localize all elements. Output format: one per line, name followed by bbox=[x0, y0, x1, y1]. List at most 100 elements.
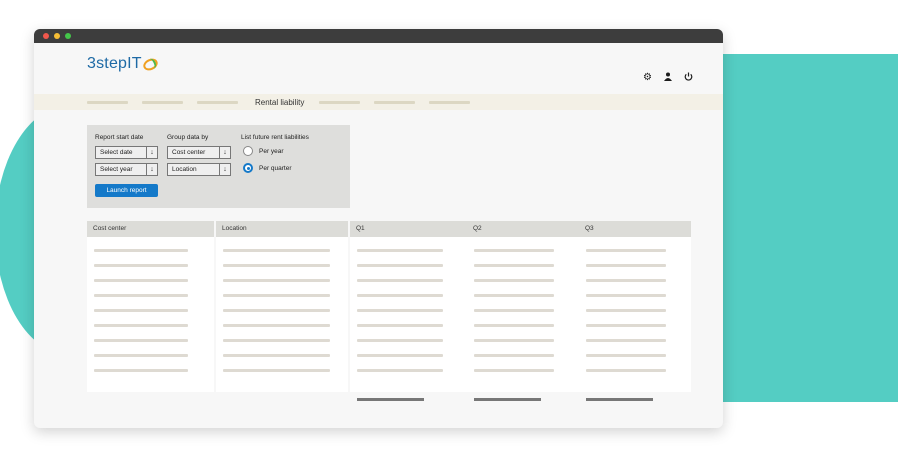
total-q1 bbox=[357, 398, 424, 401]
per-quarter-radio[interactable] bbox=[243, 163, 253, 173]
user-icon[interactable] bbox=[664, 72, 672, 84]
table-cell bbox=[474, 249, 554, 252]
chevron-down-icon: ↓ bbox=[219, 147, 230, 158]
table-cell bbox=[223, 249, 330, 252]
table-cell bbox=[586, 264, 666, 267]
gear-icon[interactable]: ⚙ bbox=[643, 72, 652, 84]
table-cell bbox=[223, 309, 330, 312]
table-cell bbox=[357, 354, 443, 357]
per-quarter-label: Per quarter bbox=[259, 165, 292, 172]
column-header-location[interactable]: Location bbox=[216, 221, 348, 237]
decorative-rectangle bbox=[700, 54, 898, 402]
table-cell bbox=[357, 249, 443, 252]
per-year-radio[interactable] bbox=[243, 146, 253, 156]
chevron-down-icon: ↓ bbox=[219, 164, 230, 175]
header-icons: ⚙ bbox=[643, 72, 693, 84]
column-header-cost-center[interactable]: Cost center bbox=[87, 221, 214, 237]
column-q1: Q1 bbox=[350, 221, 467, 392]
table-cell bbox=[223, 339, 330, 342]
report-start-label: Report start date bbox=[95, 134, 144, 141]
nav-item[interactable] bbox=[197, 100, 238, 104]
maximize-dot-icon[interactable] bbox=[65, 33, 71, 39]
table-cell bbox=[586, 369, 666, 372]
table-cell bbox=[586, 324, 666, 327]
cost-center-value: Cost center bbox=[172, 149, 206, 156]
table-cell bbox=[94, 294, 188, 297]
column-location: Location bbox=[216, 221, 348, 392]
column-header-q3[interactable]: Q3 bbox=[579, 221, 691, 237]
minimize-dot-icon[interactable] bbox=[54, 33, 60, 39]
logo-text: 3stepIT bbox=[87, 55, 142, 72]
table-cell bbox=[474, 324, 554, 327]
table-cell bbox=[223, 264, 330, 267]
table-cell bbox=[223, 354, 330, 357]
per-year-label: Per year bbox=[259, 148, 284, 155]
table-cell bbox=[94, 339, 188, 342]
nav-item[interactable] bbox=[319, 100, 361, 104]
table-cell bbox=[586, 354, 666, 357]
app-header: 3stepIT ⚙ bbox=[34, 43, 723, 94]
column-header-q1[interactable]: Q1 bbox=[350, 221, 467, 237]
total-q2 bbox=[474, 398, 541, 401]
table-cell bbox=[586, 339, 666, 342]
table-cell bbox=[94, 309, 188, 312]
group-by-label: Group data by bbox=[167, 134, 209, 141]
column-header-q2[interactable]: Q2 bbox=[467, 221, 579, 237]
report-form: Report start date Select date ↓ Select y… bbox=[87, 125, 350, 208]
column-q2: Q2 bbox=[467, 221, 579, 392]
chevron-down-icon: ↓ bbox=[146, 164, 157, 175]
nav-item[interactable] bbox=[142, 100, 183, 104]
table-cell bbox=[474, 294, 554, 297]
table-cell bbox=[586, 309, 666, 312]
table-cell bbox=[357, 309, 443, 312]
group-cost-center-dropdown[interactable]: Cost center ↓ bbox=[167, 146, 231, 159]
table-cell bbox=[474, 309, 554, 312]
table-cell bbox=[94, 249, 188, 252]
logo-mark-icon bbox=[141, 55, 160, 73]
table-cell bbox=[474, 339, 554, 342]
browser-window: 3stepIT ⚙ Rental liability Report start … bbox=[34, 29, 723, 428]
select-year-dropdown[interactable]: Select year ↓ bbox=[95, 163, 158, 176]
table-cell bbox=[474, 264, 554, 267]
table-cell bbox=[94, 324, 188, 327]
table-cell bbox=[94, 354, 188, 357]
table-cell bbox=[357, 294, 443, 297]
close-dot-icon[interactable] bbox=[43, 33, 49, 39]
total-q3 bbox=[586, 398, 653, 401]
table-cell bbox=[357, 264, 443, 267]
table-cell bbox=[357, 339, 443, 342]
main-nav: Rental liability bbox=[34, 94, 723, 110]
table-cell bbox=[223, 324, 330, 327]
table-cell bbox=[223, 369, 330, 372]
table-cell bbox=[474, 279, 554, 282]
nav-item[interactable] bbox=[429, 100, 471, 104]
group-location-dropdown[interactable]: Location ↓ bbox=[167, 163, 231, 176]
table-cell bbox=[474, 369, 554, 372]
launch-report-button[interactable]: Launch report bbox=[95, 184, 158, 197]
table-cell bbox=[94, 279, 188, 282]
nav-item[interactable] bbox=[374, 100, 416, 104]
logo[interactable]: 3stepIT bbox=[87, 55, 160, 73]
select-date-dropdown[interactable]: Select date ↓ bbox=[95, 146, 158, 159]
window-titlebar bbox=[34, 29, 723, 43]
power-icon[interactable] bbox=[684, 72, 693, 84]
stage: 3stepIT ⚙ Rental liability Report start … bbox=[0, 0, 898, 457]
table-cell bbox=[223, 294, 330, 297]
select-date-value: Select date bbox=[100, 149, 133, 156]
nav-item[interactable] bbox=[87, 100, 128, 104]
column-cost-center: Cost center bbox=[87, 221, 214, 392]
table-cell bbox=[357, 369, 443, 372]
table-cell bbox=[357, 324, 443, 327]
location-value: Location bbox=[172, 166, 197, 173]
table-cell bbox=[223, 279, 330, 282]
select-year-value: Select year bbox=[100, 166, 133, 173]
table-cell bbox=[474, 354, 554, 357]
column-q3: Q3 bbox=[579, 221, 691, 392]
table-cell bbox=[94, 264, 188, 267]
list-liabilities-label: List future rent liabilities bbox=[241, 134, 309, 141]
table-cell bbox=[357, 279, 443, 282]
nav-item-rental-liability[interactable]: Rental liability bbox=[255, 98, 304, 107]
report-table: Cost center Location Q1 Q2 Q3 bbox=[87, 221, 691, 393]
table-cell bbox=[586, 294, 666, 297]
table-cell bbox=[586, 249, 666, 252]
